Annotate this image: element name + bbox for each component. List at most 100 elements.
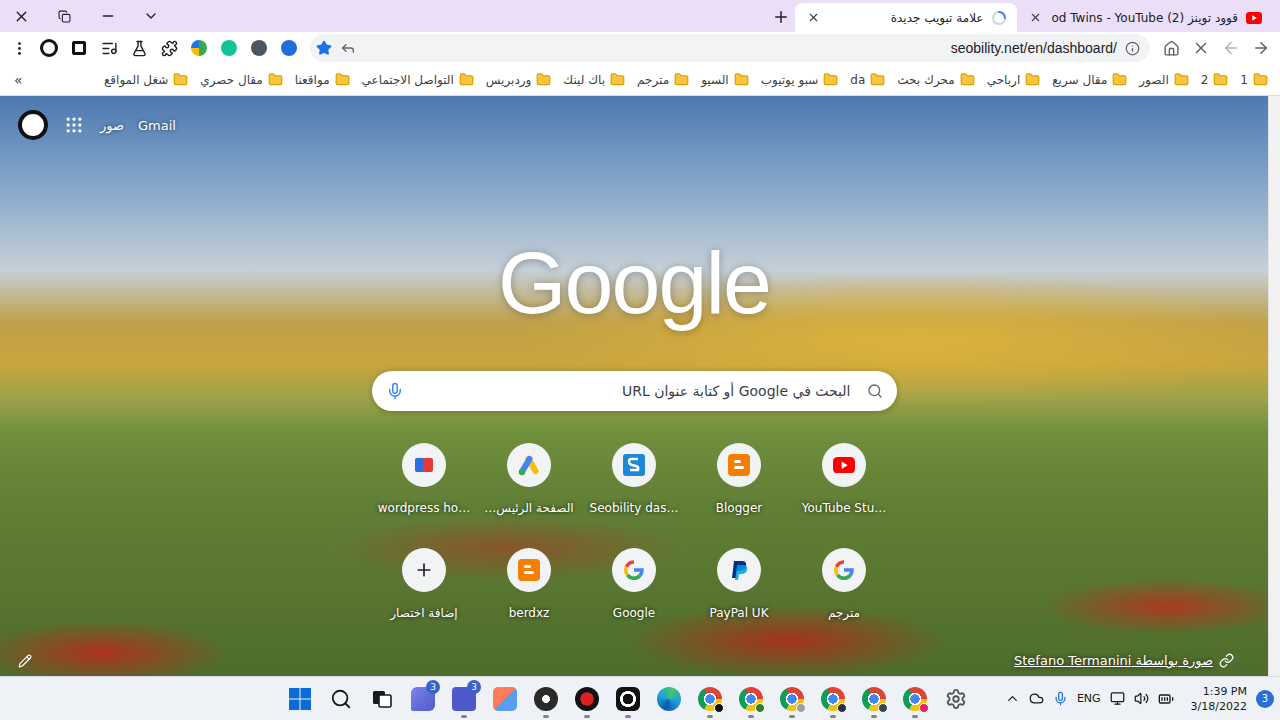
clock[interactable]: 1:39 PM3/18/2022 bbox=[1191, 684, 1247, 714]
bookmark-folder[interactable]: مقال حصري bbox=[194, 68, 289, 91]
menu-button[interactable] bbox=[4, 34, 34, 62]
extension-button[interactable] bbox=[244, 34, 274, 62]
bookmarks-overflow-button[interactable]: » bbox=[6, 70, 31, 90]
notification-badge: 3 bbox=[467, 680, 481, 694]
close-icon bbox=[1029, 11, 1042, 24]
bookmark-folder[interactable]: السيو bbox=[695, 68, 755, 91]
bookmark-folder[interactable]: الصور bbox=[1133, 68, 1194, 91]
header-link[interactable]: صور bbox=[100, 118, 124, 133]
bookmark-folder[interactable]: da bbox=[844, 68, 891, 91]
network-button[interactable] bbox=[1110, 691, 1125, 706]
extension-button[interactable] bbox=[94, 34, 124, 62]
taskbar-app[interactable]: 3 bbox=[403, 679, 443, 719]
back-button[interactable] bbox=[1246, 34, 1276, 62]
taskbar-app[interactable] bbox=[813, 679, 853, 719]
folder-icon bbox=[459, 72, 474, 87]
scrollbar[interactable] bbox=[1268, 96, 1280, 676]
taskbar-app[interactable] bbox=[485, 679, 525, 719]
volume-button[interactable] bbox=[1134, 691, 1149, 706]
customize-pencil-icon[interactable] bbox=[18, 654, 32, 668]
taskbar-app[interactable] bbox=[854, 679, 894, 719]
bookmark-folder[interactable]: ارباحي bbox=[981, 68, 1047, 91]
microphone-button[interactable] bbox=[1053, 691, 1068, 706]
bookmark-folder[interactable]: 1 bbox=[1234, 68, 1274, 91]
bookmark-folder[interactable]: مقال سريع bbox=[1046, 68, 1133, 91]
extension-button[interactable] bbox=[184, 34, 214, 62]
profile-button[interactable] bbox=[34, 34, 64, 62]
profile-badge bbox=[755, 703, 765, 713]
apps-button[interactable] bbox=[62, 113, 86, 137]
browser-tab[interactable]: od Twins - YouTube (2) قوود توينز bbox=[1017, 3, 1272, 32]
bookmark-folder[interactable]: محرك بحث bbox=[891, 68, 980, 91]
tab-close-button[interactable] bbox=[1027, 10, 1043, 26]
taskbar-app[interactable]: 3 bbox=[444, 679, 484, 719]
input-language[interactable]: ENG bbox=[1077, 692, 1101, 705]
microphone-icon[interactable] bbox=[386, 382, 404, 400]
home-button[interactable] bbox=[1156, 34, 1186, 62]
taskbar-app[interactable] bbox=[362, 679, 402, 719]
extension-button[interactable] bbox=[124, 34, 154, 62]
browser-tab[interactable]: علامة تبويب جديدة bbox=[795, 3, 1017, 32]
bookmark-folder[interactable]: 2 bbox=[1195, 68, 1235, 91]
profile-badge bbox=[796, 703, 806, 713]
search-box[interactable]: البحث في Google أو كتابة عنوان URL bbox=[372, 371, 897, 411]
forward-button[interactable] bbox=[1216, 34, 1246, 62]
notification-center-badge[interactable]: 3 bbox=[1256, 690, 1274, 708]
taskbar-app[interactable] bbox=[649, 679, 689, 719]
extension-green-icon bbox=[191, 40, 207, 56]
shortcut-tile[interactable]: Seobility das… bbox=[582, 443, 687, 548]
taskbar-app[interactable] bbox=[567, 679, 607, 719]
taskbar-app[interactable] bbox=[280, 679, 320, 719]
restore-button[interactable] bbox=[43, 0, 86, 32]
battery-button[interactable] bbox=[1158, 691, 1174, 707]
shortcut-tile[interactable]: مترجم bbox=[792, 548, 897, 653]
taskbar-app[interactable] bbox=[731, 679, 771, 719]
bookmark-folder[interactable]: التواصل الاجتماعي bbox=[356, 68, 480, 91]
running-indicator bbox=[871, 715, 877, 718]
shortcut-tile[interactable]: PayPal UK bbox=[687, 548, 792, 653]
taskbar-app[interactable] bbox=[772, 679, 812, 719]
bookmark-folder[interactable]: سبو يوتيوب bbox=[755, 68, 845, 91]
shortcut-tile[interactable]: Google bbox=[582, 548, 687, 653]
taskbar-app[interactable] bbox=[608, 679, 648, 719]
share-icon[interactable] bbox=[340, 40, 356, 56]
extensions-menu-button[interactable] bbox=[154, 34, 184, 62]
taskbar-app[interactable] bbox=[526, 679, 566, 719]
taskbar-app[interactable] bbox=[936, 679, 976, 719]
address-bar[interactable]: seobility.net/en/dashboard/ bbox=[310, 34, 1150, 62]
bookmark-folder[interactable]: وردبريس bbox=[480, 68, 558, 91]
shortcut-tile[interactable]: wordpress ho… bbox=[372, 443, 477, 548]
minimize-button[interactable] bbox=[86, 0, 129, 32]
extension-k-icon bbox=[251, 40, 267, 56]
bookmark-folder[interactable]: باك لينك bbox=[557, 68, 631, 91]
account-avatar[interactable] bbox=[18, 110, 48, 140]
new-tab-button[interactable] bbox=[767, 3, 795, 31]
taskbar-app[interactable] bbox=[321, 679, 361, 719]
header-link[interactable]: Gmail bbox=[138, 118, 176, 133]
tab-close-button[interactable] bbox=[805, 10, 821, 26]
shortcut-tile[interactable]: YouTube Stu… bbox=[792, 443, 897, 548]
shortcut-tile[interactable]: berdxz bbox=[477, 548, 582, 653]
bookmark-folder[interactable]: شغل المواقع bbox=[98, 68, 194, 91]
extension-button[interactable] bbox=[214, 34, 244, 62]
loading-spinner-icon bbox=[991, 10, 1007, 26]
bookmark-folder[interactable]: مترجم bbox=[631, 68, 695, 91]
onedrive-button[interactable] bbox=[1029, 691, 1044, 706]
photo-attribution[interactable]: صورة بواسطة Stefano Termanini bbox=[1014, 653, 1234, 668]
close-window-button[interactable] bbox=[0, 0, 43, 32]
taskbar-app[interactable] bbox=[895, 679, 935, 719]
shortcut-tile[interactable]: Blogger bbox=[687, 443, 792, 548]
camera-icon bbox=[616, 687, 640, 711]
tab-search-button[interactable] bbox=[129, 0, 172, 32]
shortcut-tile[interactable]: الصفحة الرئيس… bbox=[477, 443, 582, 548]
folder-icon bbox=[173, 72, 188, 87]
shortcut-tile[interactable]: إضافة اختصار bbox=[372, 548, 477, 653]
stop-button[interactable] bbox=[1186, 34, 1216, 62]
taskbar-app[interactable] bbox=[690, 679, 730, 719]
bookmark-star-icon[interactable] bbox=[316, 40, 332, 56]
tray-overflow-button[interactable] bbox=[1005, 691, 1020, 706]
running-indicator bbox=[748, 715, 754, 718]
extension-button[interactable] bbox=[274, 34, 304, 62]
bookmark-folder[interactable]: مواقعنا bbox=[289, 68, 356, 91]
extension-button[interactable] bbox=[64, 34, 94, 62]
